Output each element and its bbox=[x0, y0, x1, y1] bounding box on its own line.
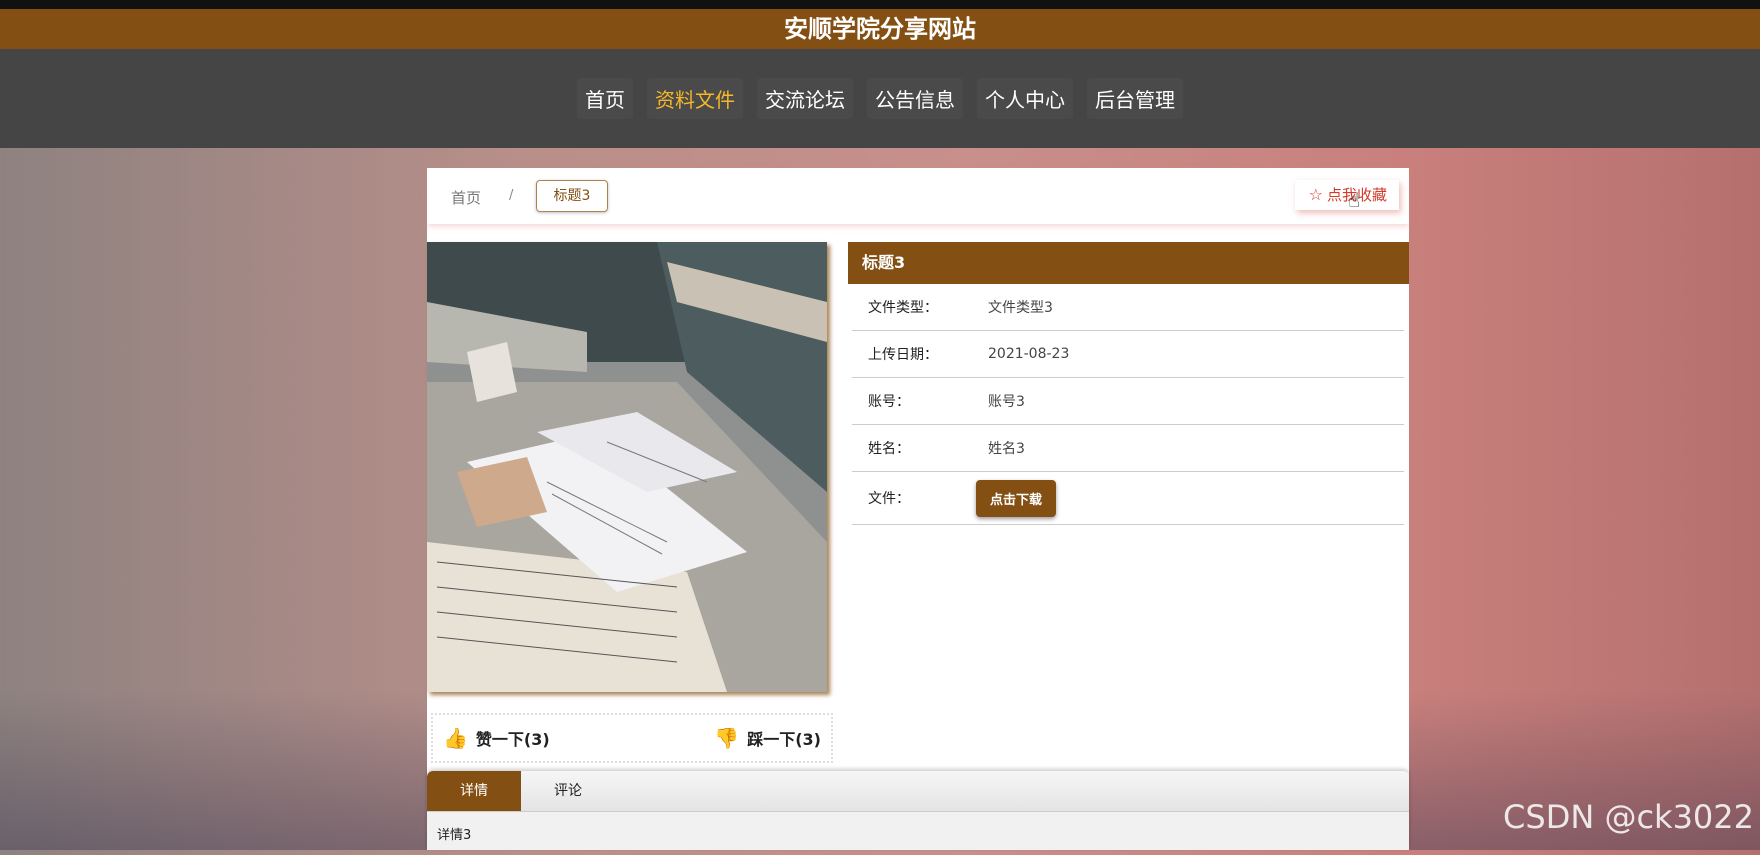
like-button[interactable]: 👍 赞一下(3) bbox=[433, 726, 560, 750]
tabs-area: 详情 评论 详情3 bbox=[427, 771, 1409, 850]
breadcrumb: 首页 / 标题3 ☆ 点我收藏 ☝ bbox=[427, 168, 1409, 224]
row-value: 账号3 bbox=[988, 394, 1025, 410]
nav-item-profile[interactable]: 个人中心 bbox=[977, 78, 1073, 119]
thumbs-down-icon: 👎 bbox=[714, 726, 740, 750]
breadcrumb-separator: / bbox=[509, 188, 514, 203]
detail-panel: 首页 / 标题3 ☆ 点我收藏 ☝ 👍 赞一下(3) 👎 踩一下(3) 标题3 … bbox=[427, 168, 1409, 850]
file-cover-image bbox=[427, 242, 827, 692]
dislike-label: 踩一下(3) bbox=[747, 730, 821, 749]
row-value: 2021-08-23 bbox=[988, 346, 1070, 362]
star-outline-icon: ☆ bbox=[1308, 185, 1323, 204]
nav-item-notices[interactable]: 公告信息 bbox=[867, 78, 963, 119]
thumbs-up-icon: 👍 bbox=[443, 726, 468, 750]
row-value: 姓名3 bbox=[988, 441, 1025, 457]
nav-item-forum[interactable]: 交流论坛 bbox=[757, 78, 853, 119]
site-title: 安顺学院分享网站 bbox=[0, 9, 1760, 49]
nav-item-files[interactable]: 资料文件 bbox=[647, 78, 743, 119]
row-label: 文件： bbox=[868, 491, 910, 507]
row-label: 上传日期： bbox=[868, 347, 938, 363]
download-button[interactable]: 点击下载 bbox=[976, 479, 1057, 517]
hand-cursor-icon: ☝ bbox=[1348, 188, 1361, 212]
vote-bar: 👍 赞一下(3) 👎 踩一下(3) bbox=[431, 713, 833, 763]
row-label: 账号： bbox=[868, 394, 910, 410]
main-nav: 首页 资料文件 交流论坛 公告信息 个人中心 后台管理 bbox=[0, 49, 1760, 148]
table-row: 姓名： 姓名3 bbox=[852, 425, 1404, 472]
nav-item-admin[interactable]: 后台管理 bbox=[1087, 78, 1183, 119]
detail-title: 标题3 bbox=[848, 242, 1409, 284]
dislike-button[interactable]: 👎 踩一下(3) bbox=[704, 726, 831, 750]
tab-details[interactable]: 详情 bbox=[427, 771, 521, 811]
tab-content: 详情3 bbox=[437, 828, 472, 843]
nav-item-home[interactable]: 首页 bbox=[577, 78, 633, 119]
table-row: 文件： 点击下载 bbox=[852, 472, 1404, 525]
favorite-button[interactable]: ☆ 点我收藏 bbox=[1295, 180, 1399, 210]
table-row: 上传日期： 2021-08-23 bbox=[852, 331, 1404, 378]
detail-table: 文件类型： 文件类型3 上传日期： 2021-08-23 账号： 账号3 姓名：… bbox=[852, 284, 1404, 525]
watermark: CSDN @ck3022 bbox=[1503, 798, 1754, 836]
table-row: 文件类型： 文件类型3 bbox=[852, 284, 1404, 331]
breadcrumb-current: 标题3 bbox=[536, 180, 608, 212]
top-border bbox=[0, 0, 1760, 9]
table-row: 账号： 账号3 bbox=[852, 378, 1404, 425]
row-label: 姓名： bbox=[868, 441, 910, 457]
row-label: 文件类型： bbox=[868, 300, 938, 316]
breadcrumb-home[interactable]: 首页 bbox=[451, 187, 481, 208]
row-value: 文件类型3 bbox=[988, 300, 1053, 316]
like-label: 赞一下(3) bbox=[475, 730, 550, 749]
tab-comments[interactable]: 评论 bbox=[521, 771, 615, 811]
tab-strip: 详情 评论 bbox=[427, 771, 1409, 812]
